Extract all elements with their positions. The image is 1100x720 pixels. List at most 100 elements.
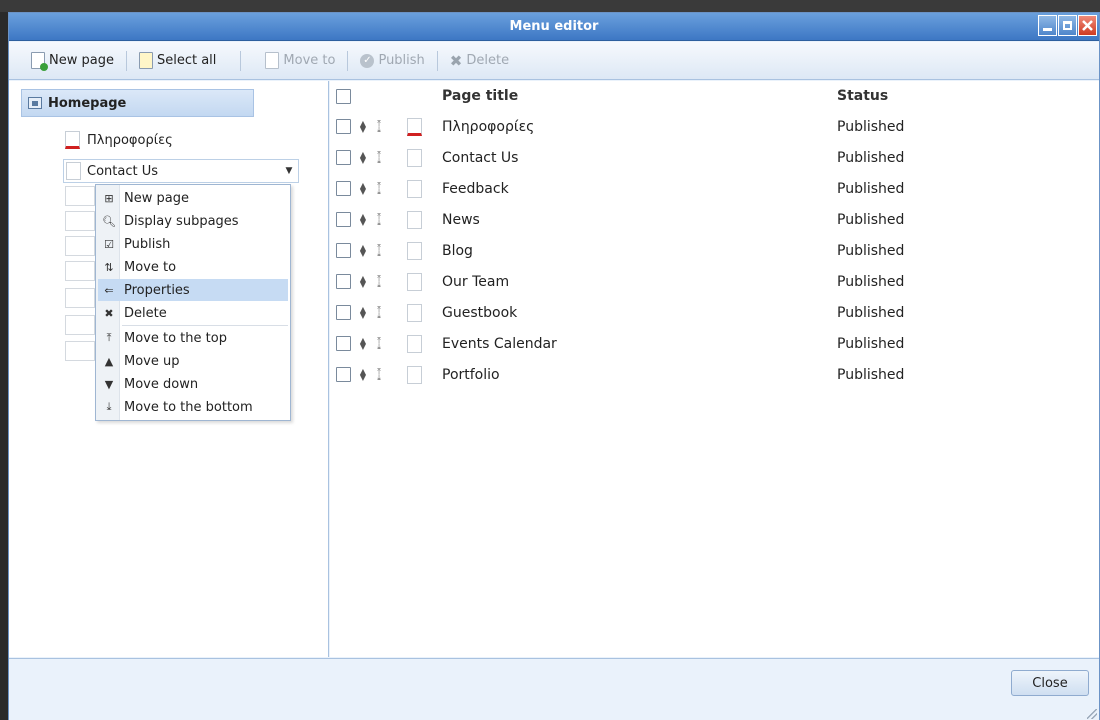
move-top-bottom-icon[interactable]: ⤒ ⤓ [373, 274, 385, 288]
toolbar-separator [436, 50, 438, 71]
tree-item-ghost[interactable] [65, 211, 95, 231]
move-up-down-icon[interactable]: ▲ ▼ [355, 336, 371, 350]
move-up-down-icon[interactable]: ▲ ▼ [355, 181, 371, 195]
menu-item-publish[interactable]: ☑ Publish [98, 233, 288, 255]
maximize-icon [1063, 21, 1072, 30]
tree-root-homepage[interactable]: Homepage [21, 89, 254, 117]
row-checkbox[interactable] [336, 305, 351, 320]
move-top-bottom-icon[interactable]: ⤒ ⤓ [373, 212, 385, 226]
move-top-bottom-icon[interactable]: ⤒ ⤓ [373, 243, 385, 257]
row-title[interactable]: Blog [442, 243, 473, 259]
row-checkbox[interactable] [336, 212, 351, 227]
menu-item-label: Move to [124, 259, 177, 275]
menu-item-label: Move to the top [124, 330, 227, 346]
row-title[interactable]: Guestbook [442, 305, 517, 321]
move-up-down-icon[interactable]: ▲ ▼ [355, 119, 371, 133]
column-header-status[interactable]: Status [837, 88, 888, 104]
move-top-bottom-icon[interactable]: ⤒ ⤓ [373, 367, 385, 381]
minimize-icon [1043, 28, 1052, 31]
tree-item-ghost[interactable] [65, 341, 95, 361]
row-checkbox[interactable] [336, 243, 351, 258]
move-to-button[interactable]: Move to [259, 48, 341, 74]
menu-item-move-bottom[interactable]: ⤓ Move to the bottom [98, 396, 288, 418]
page-icon [407, 334, 422, 353]
move-top-bottom-icon[interactable]: ⤒ ⤓ [373, 150, 385, 164]
row-title[interactable]: News [442, 212, 480, 228]
page-icon [407, 179, 422, 198]
row-status: Published [837, 211, 905, 228]
properties-icon: ⇐ [104, 283, 114, 297]
toolbar-separator [240, 50, 242, 71]
table-row[interactable]: ▲ ▼ ⤒ ⤓ Events Calendar Published [330, 328, 1099, 359]
row-status: Published [837, 273, 905, 290]
table-row[interactable]: ▲ ▼ ⤒ ⤓ Blog Published [330, 235, 1099, 266]
row-title[interactable]: Events Calendar [442, 336, 557, 352]
menu-item-new-page[interactable]: ⊞ New page [98, 187, 288, 209]
toolbar-separator [125, 50, 127, 71]
table-row[interactable]: ▲ ▼ ⤒ ⤓ Portfolio Published [330, 359, 1099, 390]
move-top-bottom-icon[interactable]: ⤒ ⤓ [373, 181, 385, 195]
tree-item-ghost[interactable] [65, 236, 95, 256]
row-checkbox[interactable] [336, 119, 351, 134]
move-up-down-icon[interactable]: ▲ ▼ [355, 305, 371, 319]
tree-item-ghost[interactable] [65, 288, 95, 308]
menu-item-move-up[interactable]: ▲ Move up [98, 350, 288, 372]
table-row[interactable]: ▲ ▼ ⤒ ⤓ Contact Us Published [330, 142, 1099, 173]
table-row[interactable]: ▲ ▼ ⤒ ⤓ Our Team Published [330, 266, 1099, 297]
move-up-down-icon[interactable]: ▲ ▼ [355, 274, 371, 288]
move-top-bottom-icon[interactable]: ⤒ ⤓ [373, 305, 385, 319]
menu-item-move-down[interactable]: ▼ Move down [98, 373, 288, 395]
title-bar[interactable]: Menu editor [9, 13, 1099, 41]
move-up-down-icon[interactable]: ▲ ▼ [355, 150, 371, 164]
menu-item-properties[interactable]: ⇐ Properties [98, 279, 288, 301]
tree-item-ghost[interactable] [65, 186, 95, 206]
close-button[interactable]: Close [1011, 670, 1089, 696]
page-icon [66, 162, 81, 180]
menu-item-delete[interactable]: ✖ Delete [98, 302, 288, 324]
table-row[interactable]: ▲ ▼ ⤒ ⤓ News Published [330, 204, 1099, 235]
row-checkbox[interactable] [336, 181, 351, 196]
tree-item-ghost[interactable] [65, 315, 95, 335]
select-all-checkbox[interactable] [336, 88, 351, 104]
page-icon [65, 131, 80, 149]
table-row[interactable]: ▲ ▼ ⤒ ⤓ Guestbook Published [330, 297, 1099, 328]
column-header-title[interactable]: Page title [442, 88, 518, 104]
row-title[interactable]: Feedback [442, 181, 509, 197]
row-checkbox[interactable] [336, 274, 351, 289]
move-up-down-icon[interactable]: ▲ ▼ [355, 367, 371, 381]
table-row[interactable]: ▲ ▼ ⤒ ⤓ Feedback Published [330, 173, 1099, 204]
combo-value: Contact Us [87, 163, 158, 179]
move-top-bottom-icon[interactable]: ⤒ ⤓ [373, 119, 385, 133]
row-title[interactable]: Contact Us [442, 150, 518, 166]
maximize-button[interactable] [1058, 15, 1077, 36]
select-all-button[interactable]: Select all [133, 48, 222, 74]
row-title[interactable]: Πληροφορίες [442, 119, 534, 135]
table-row[interactable]: ▲ ▼ ⤒ ⤓ Πληροφορίες Published [330, 111, 1099, 142]
tree-item-ghost[interactable] [65, 261, 95, 281]
menu-item-display-subpages[interactable]: 🔍︎ Display subpages [98, 210, 288, 232]
delete-button[interactable]: ✖ Delete [444, 48, 515, 74]
move-up-down-icon[interactable]: ▲ ▼ [355, 212, 371, 226]
tree-item-combo[interactable]: Contact Us ▼ [63, 159, 299, 183]
chevron-down-icon[interactable]: ▼ [280, 166, 298, 176]
tree-item-first[interactable]: Πληροφορίες [65, 129, 173, 151]
new-page-button[interactable]: New page [25, 48, 120, 74]
publish-button[interactable]: ✓ Publish [354, 48, 430, 74]
tree-root-label: Homepage [48, 95, 127, 111]
move-up-down-icon[interactable]: ▲ ▼ [355, 243, 371, 257]
menu-item-move-to[interactable]: ⇅ Move to [98, 256, 288, 278]
minimize-button[interactable] [1038, 15, 1057, 36]
row-title[interactable]: Portfolio [442, 367, 500, 383]
move-top-bottom-icon[interactable]: ⤒ ⤓ [373, 336, 385, 350]
row-title[interactable]: Our Team [442, 274, 509, 290]
window-close-button[interactable] [1078, 15, 1097, 36]
page-icon [407, 148, 422, 167]
row-checkbox[interactable] [336, 150, 351, 165]
menu-item-move-top[interactable]: ⤒ Move to the top [98, 327, 288, 349]
row-checkbox[interactable] [336, 367, 351, 382]
row-checkbox[interactable] [336, 336, 351, 351]
x-icon: ✖ [104, 306, 114, 320]
new-page-icon [31, 52, 48, 71]
arrow-up-icon: ▲ [104, 354, 114, 368]
resize-grip-icon[interactable] [1087, 709, 1097, 719]
